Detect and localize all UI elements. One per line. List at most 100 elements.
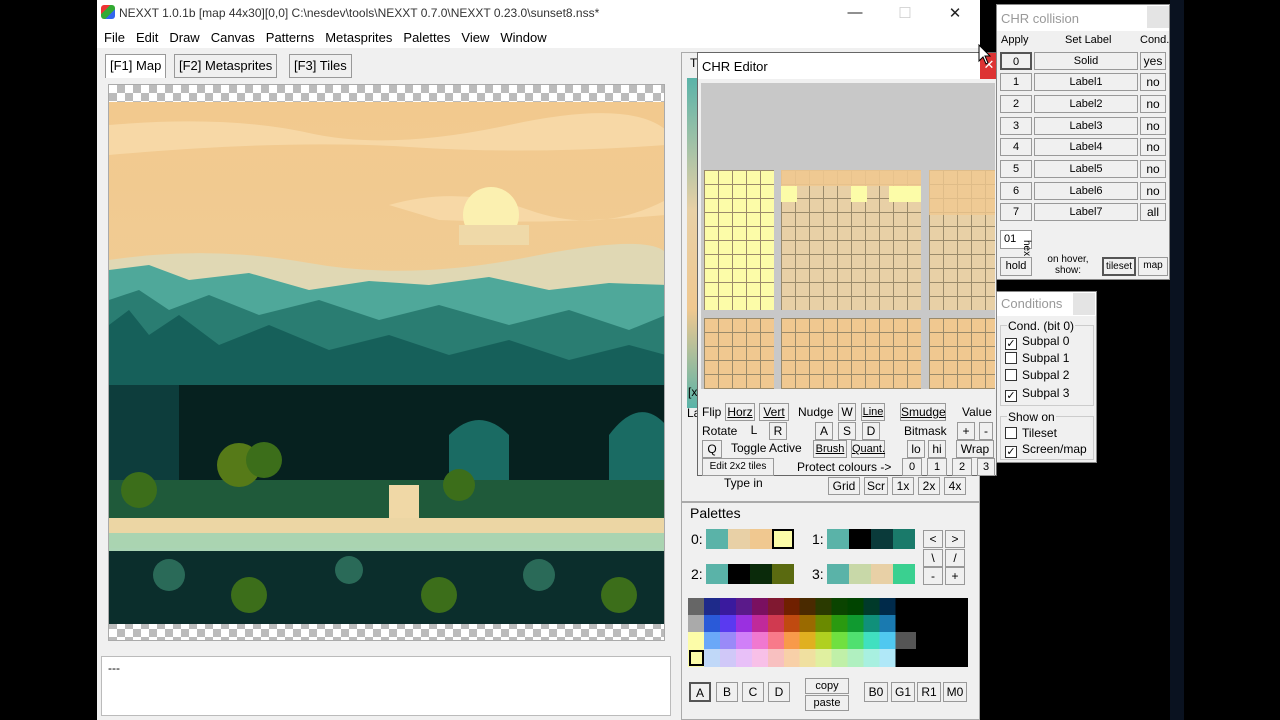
nudge-w-button[interactable]: W (838, 403, 856, 421)
hold-button[interactable]: hold (1000, 257, 1032, 276)
palette-next-button[interactable]: > (945, 530, 965, 548)
palette-copy-button[interactable]: copy (805, 678, 849, 694)
scr-button[interactable]: Scr (864, 477, 888, 495)
menu-canvas[interactable]: Canvas (211, 30, 255, 45)
collision-apply-button[interactable]: 3 (1000, 117, 1032, 135)
collision-cond-button[interactable]: no (1140, 73, 1166, 91)
palette-backslash-button[interactable]: \ (923, 549, 943, 567)
palette-1-color-1[interactable] (849, 529, 871, 549)
collision-cond-button[interactable]: yes (1140, 52, 1166, 70)
palette-2-color-3[interactable] (772, 564, 794, 584)
show-tileset-checkbox[interactable]: Tileset (1005, 426, 1057, 440)
tab-tiles[interactable]: [F3] Tiles (289, 54, 352, 78)
protect-0-button[interactable]: 0 (902, 458, 922, 476)
collision-cond-button[interactable]: no (1140, 160, 1166, 178)
menu-metasprites[interactable]: Metasprites (325, 30, 392, 45)
close-icon[interactable]: ✕ (940, 4, 970, 22)
line-button[interactable]: Line (861, 403, 885, 421)
type-in-button[interactable]: Type in (716, 475, 826, 493)
menu-palettes[interactable]: Palettes (403, 30, 450, 45)
master-palette-grid[interactable] (688, 598, 968, 667)
protect-1-button[interactable]: 1 (927, 458, 947, 476)
palette-0-color-1[interactable] (728, 529, 750, 549)
subpal-b-button[interactable]: B (716, 682, 738, 702)
subpal-c-button[interactable]: C (742, 682, 764, 702)
edit-2x2-button[interactable]: Edit 2x2 tiles (702, 458, 774, 476)
menu-window[interactable]: Window (500, 30, 546, 45)
rotate-l-button[interactable]: L (745, 422, 763, 440)
smudge-button[interactable]: Smudge (900, 403, 946, 421)
quant-button[interactable]: Quant. (851, 440, 885, 458)
brush-button[interactable]: Brush (813, 440, 847, 458)
collision-cond-button[interactable]: no (1140, 117, 1166, 135)
collision-apply-button[interactable]: 7 (1000, 203, 1032, 221)
palette-prev-button[interactable]: < (923, 530, 943, 548)
chr-collision-close-icon[interactable] (1147, 6, 1169, 28)
collision-label-button[interactable]: Solid (1034, 52, 1138, 70)
zoom-2x-button[interactable]: 2x (918, 477, 940, 495)
palette-0-color-2[interactable] (750, 529, 772, 549)
subpal-0-checkbox[interactable]: ✓ Subpal 0 (1005, 334, 1069, 350)
bank-m0-button[interactable]: M0 (943, 682, 967, 702)
collision-label-button[interactable]: Label3 (1034, 117, 1138, 135)
menu-file[interactable]: File (104, 30, 125, 45)
collision-label-button[interactable]: Label7 (1034, 203, 1138, 221)
collision-cond-button[interactable]: no (1140, 182, 1166, 200)
collision-label-button[interactable]: Label4 (1034, 138, 1138, 156)
collision-label-button[interactable]: Label5 (1034, 160, 1138, 178)
subpal-3-checkbox[interactable]: ✓ Subpal 3 (1005, 386, 1069, 402)
show-screen-map-checkbox[interactable]: ✓ Screen/map (1005, 442, 1087, 458)
subpal-d-button[interactable]: D (768, 682, 790, 702)
palette-paste-button[interactable]: paste (805, 695, 849, 711)
collision-label-button[interactable]: Label1 (1034, 73, 1138, 91)
collision-label-button[interactable]: Label6 (1034, 182, 1138, 200)
bank-r1-button[interactable]: R1 (917, 682, 941, 702)
collision-apply-button[interactable]: 0 (1000, 52, 1032, 70)
nudge-s-button[interactable]: S (838, 422, 856, 440)
collision-apply-button[interactable]: 4 (1000, 138, 1032, 156)
palette-1-color-2[interactable] (871, 529, 893, 549)
maximize-icon[interactable]: ☐ (890, 4, 920, 22)
palette-0-color-0[interactable] (706, 529, 728, 549)
bitmask-lo-button[interactable]: lo (907, 440, 925, 458)
palette-3-color-0[interactable] (827, 564, 849, 584)
nudge-d-button[interactable]: D (862, 422, 880, 440)
hover-tileset-button[interactable]: tileset (1102, 257, 1136, 276)
palette-slash-button[interactable]: / (945, 549, 965, 567)
bank-g1-button[interactable]: G1 (891, 682, 915, 702)
flip-vert-button[interactable]: Vert (759, 403, 789, 421)
conditions-close-icon[interactable] (1073, 293, 1095, 315)
protect-2-button[interactable]: 2 (952, 458, 972, 476)
menu-patterns[interactable]: Patterns (266, 30, 314, 45)
collision-apply-button[interactable]: 6 (1000, 182, 1032, 200)
subpal-1-checkbox[interactable]: Subpal 1 (1005, 351, 1069, 365)
collision-apply-button[interactable]: 2 (1000, 95, 1032, 113)
collision-label-button[interactable]: Label2 (1034, 95, 1138, 113)
menu-draw[interactable]: Draw (169, 30, 199, 45)
hover-map-button[interactable]: map (1138, 257, 1168, 276)
chr-edit-canvas[interactable] (701, 83, 995, 389)
grid-button[interactable]: Grid (828, 477, 860, 495)
flip-horz-button[interactable]: Horz (725, 403, 755, 421)
menu-edit[interactable]: Edit (136, 30, 158, 45)
tab-metasprites[interactable]: [F2] Metasprites (174, 54, 278, 78)
palette-0-color-3[interactable] (772, 529, 794, 549)
palette-3-color-1[interactable] (849, 564, 871, 584)
palette-1-color-3[interactable] (893, 529, 915, 549)
collision-apply-button[interactable]: 1 (1000, 73, 1032, 91)
minimize-icon[interactable]: — (840, 4, 870, 21)
palette-2-color-2[interactable] (750, 564, 772, 584)
protect-3-button[interactable]: 3 (977, 458, 995, 476)
palette-minus-button[interactable]: - (923, 567, 943, 585)
palette-1-color-0[interactable] (827, 529, 849, 549)
zoom-4x-button[interactable]: 4x (944, 477, 966, 495)
bitmask-hi-button[interactable]: hi (928, 440, 946, 458)
collision-cond-button[interactable]: no (1140, 95, 1166, 113)
collision-apply-button[interactable]: 5 (1000, 160, 1032, 178)
palette-2-color-0[interactable] (706, 564, 728, 584)
tab-map[interactable]: [F1] Map (105, 54, 167, 78)
collision-cond-button[interactable]: no (1140, 138, 1166, 156)
subpal-2-checkbox[interactable]: Subpal 2 (1005, 368, 1069, 382)
palette-3-color-3[interactable] (893, 564, 915, 584)
menu-view[interactable]: View (461, 30, 489, 45)
